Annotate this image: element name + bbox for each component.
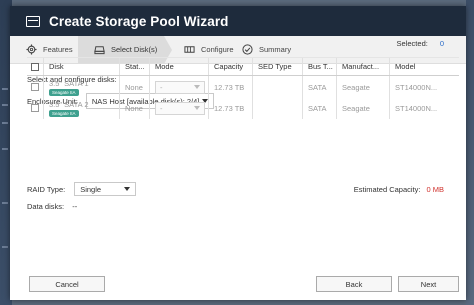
chevron-down-icon: [194, 106, 200, 110]
header-model[interactable]: Model: [390, 58, 459, 75]
raid-type-label: RAID Type:: [27, 184, 66, 194]
model-cell: ST14000N...: [395, 103, 438, 113]
disk-name: 3.5" SATA 2: [49, 100, 89, 109]
chevron-down-icon: [124, 187, 131, 191]
data-disks-label: Data disks:: [27, 202, 65, 211]
selected-count: Selected: 0: [397, 39, 444, 48]
row-checkbox-cell[interactable]: [27, 76, 44, 98]
raid-type-value: Single: [80, 184, 102, 194]
step-label: Configure: [201, 45, 234, 54]
backdrop-mark: [2, 246, 8, 248]
gear-icon: [26, 44, 37, 55]
backdrop-mark: [2, 104, 8, 106]
header-status[interactable]: Stat...: [120, 58, 150, 75]
header-disk[interactable]: Disk: [44, 58, 120, 75]
step-label: Features: [43, 45, 73, 54]
table-row[interactable]: 3.5" SATA 2 Seagate IIA None - 12.73 TB …: [27, 97, 459, 119]
mode-value: -: [160, 103, 163, 113]
status-cell: None: [120, 76, 150, 98]
disk-cell: 3.5" SATA 1 Seagate IIA: [44, 76, 120, 98]
capacity-cell: 12.73 TB: [209, 76, 253, 98]
header-mode[interactable]: Mode: [150, 58, 209, 75]
capacity-cell: 12.73 TB: [209, 97, 253, 119]
data-disks-value: --: [72, 202, 78, 211]
mode-select[interactable]: -: [155, 101, 205, 115]
dialog-title: Create Storage Pool Wizard: [49, 13, 229, 29]
mode-select[interactable]: -: [155, 80, 205, 94]
seagate-badge: Seagate IIA: [49, 110, 79, 117]
bus-type-cell: SATA: [303, 97, 337, 119]
mode-cell: -: [150, 97, 209, 119]
row-checkbox[interactable]: [31, 83, 39, 91]
status-cell: None: [120, 97, 150, 119]
disk-table: Disk Stat... Mode Capacity SED Type Bus …: [27, 57, 459, 119]
bus-type-cell: SATA: [303, 76, 337, 98]
create-storage-pool-dialog: Create Storage Pool Wizard Features Sele…: [10, 6, 466, 300]
table-row[interactable]: 3.5" SATA 1 Seagate IIA None - 12.73 TB …: [27, 76, 459, 98]
data-disks: Data disks: --: [27, 202, 77, 211]
select-all-checkbox[interactable]: [31, 62, 39, 71]
selected-label: Selected:: [396, 39, 428, 48]
sed-type-cell: [253, 97, 303, 119]
table-header: Disk Stat... Mode Capacity SED Type Bus …: [27, 57, 459, 76]
chevron-down-icon: [194, 85, 200, 89]
storage-pool-icon: [26, 15, 40, 27]
disk-icon: [94, 46, 105, 55]
estimated-capacity-label: Estimated Capacity:: [353, 185, 421, 194]
cancel-button[interactable]: Cancel: [29, 276, 105, 292]
selected-value: 0: [439, 39, 444, 48]
dialog-titlebar: Create Storage Pool Wizard: [10, 6, 466, 36]
back-button[interactable]: Back: [316, 276, 392, 292]
backdrop-mark: [2, 148, 8, 150]
row-checkbox-cell[interactable]: [27, 97, 44, 119]
storage-icon: [184, 46, 195, 53]
header-bus-type[interactable]: Bus T...: [303, 58, 337, 75]
backdrop-mark: [2, 122, 8, 124]
sed-type-cell: [253, 76, 303, 98]
dialog-footer: Cancel Back Next: [10, 264, 466, 300]
mode-value: -: [160, 82, 163, 92]
step-label: Select Disk(s): [111, 45, 158, 54]
next-button[interactable]: Next: [398, 276, 459, 292]
manufacturer-cell: Seagate: [337, 97, 390, 119]
manufacturer-cell: Seagate: [337, 76, 390, 98]
header-capacity[interactable]: Capacity: [209, 58, 253, 75]
backdrop-mark: [2, 202, 8, 204]
backdrop-mark: [2, 88, 8, 90]
raid-type-select[interactable]: Single: [74, 182, 137, 196]
desktop-backdrop-right: [466, 0, 474, 305]
header-manufacturer[interactable]: Manufact...: [337, 58, 390, 75]
header-select-all[interactable]: [27, 58, 44, 75]
raid-type-row: RAID Type: Single: [27, 182, 137, 196]
disk-cell: 3.5" SATA 2 Seagate IIA: [44, 97, 120, 119]
header-sed-type[interactable]: SED Type: [253, 58, 303, 75]
check-circle-icon: [242, 44, 253, 55]
estimated-capacity-value: 0 MB: [426, 185, 444, 194]
row-checkbox[interactable]: [31, 104, 39, 112]
mode-cell: -: [150, 76, 209, 98]
estimated-capacity: Estimated Capacity: 0 MB: [354, 185, 444, 194]
model-cell: ST14000N...: [395, 82, 438, 92]
disk-name: 3.5" SATA 1: [49, 79, 89, 88]
step-label: Summary: [259, 45, 292, 54]
seagate-badge: Seagate IIA: [49, 89, 79, 96]
